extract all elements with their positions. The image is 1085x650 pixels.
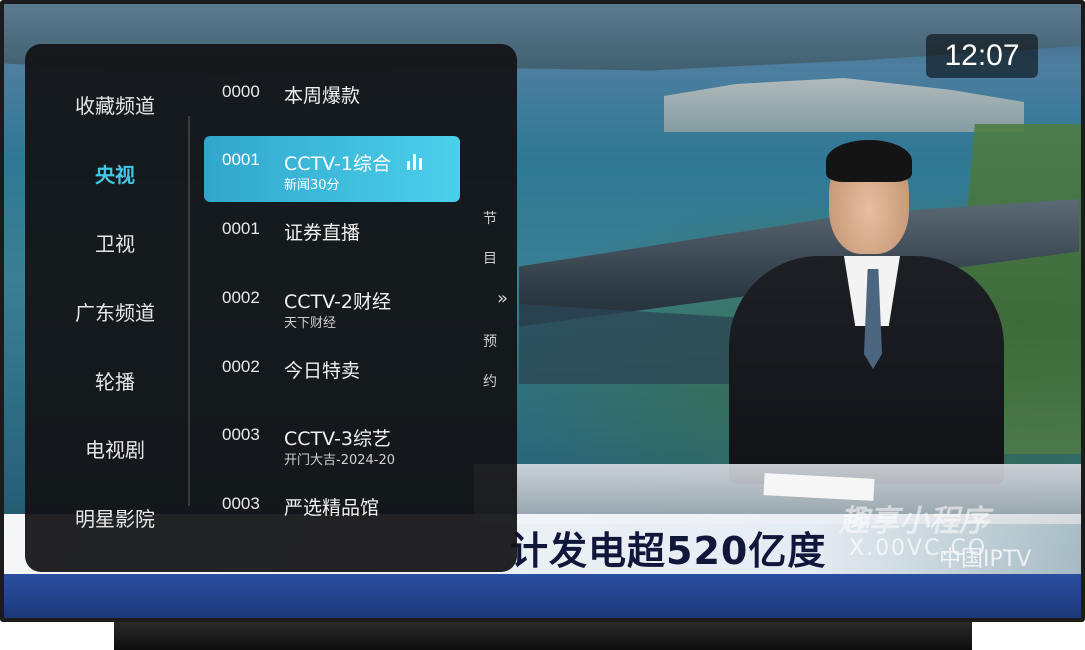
category-list: 收藏频道 央视 卫视 广东频道 轮播 电视剧 明星影院 [25, 44, 190, 572]
channel-item[interactable]: 0002 CCTV-2财经 天下财经 [204, 274, 460, 340]
channel-name: 本周爆款 [284, 85, 361, 107]
channel-item-active[interactable]: 0001 CCTV-1综合 新闻30分 [204, 136, 460, 202]
category-item-star-cinema[interactable]: 明星影院 [25, 503, 205, 532]
news-caption: 计发电超520亿度 [510, 529, 827, 573]
watermark-brand: 中国IPTV [939, 547, 1032, 572]
channel-program: 开门大吉-2024-20 [284, 453, 396, 468]
channel-number: 0003 [222, 425, 260, 444]
tv-stand [114, 622, 972, 650]
reservation-tab-char[interactable]: 预 [475, 331, 505, 351]
program-tab-char[interactable]: 节 [475, 208, 505, 228]
news-bottom-band [4, 574, 1081, 618]
category-item-tv-series[interactable]: 电视剧 [25, 434, 205, 463]
menu-divider [188, 116, 190, 506]
anchor-hair [826, 140, 912, 182]
channel-item[interactable]: 0001 证券直播 [204, 205, 460, 271]
channel-number: 0002 [222, 288, 260, 307]
channel-number: 0001 [222, 150, 260, 169]
program-tab-char[interactable]: 目 [475, 248, 505, 268]
watermark-app: 趣享小程序 [839, 504, 989, 539]
channel-name: 今日特卖 [284, 360, 361, 382]
chevron-right-icon[interactable]: » [497, 288, 508, 309]
channel-item[interactable]: 0000 本周爆款 [204, 68, 460, 134]
playing-bars-icon [407, 154, 422, 170]
category-item-guangdong[interactable]: 广东频道 [25, 297, 205, 326]
channel-name: CCTV-1综合 [284, 153, 391, 175]
clock: 12:07 [926, 34, 1038, 78]
channel-number: 0003 [222, 494, 260, 513]
channel-number: 0002 [222, 357, 260, 376]
category-item-favorites[interactable]: 收藏频道 [25, 90, 205, 119]
channel-number: 0000 [222, 82, 260, 101]
channel-name: CCTV-2财经 [284, 291, 391, 313]
channel-item[interactable]: 0002 今日特卖 [204, 343, 460, 409]
channel-program: 天下财经 [284, 316, 337, 331]
channel-menu: 收藏频道 央视 卫视 广东频道 轮播 电视剧 明星影院 0000 本周爆款 00… [25, 44, 517, 572]
category-item-carousel[interactable]: 轮播 [25, 366, 205, 395]
channel-item[interactable]: 0003 严选精品馆 [204, 480, 460, 546]
video-background-town [664, 78, 1024, 132]
category-item-cctv[interactable]: 央视 [25, 159, 205, 188]
channel-name: CCTV-3综艺 [284, 428, 391, 450]
channel-number: 0001 [222, 219, 260, 238]
channel-name: 证券直播 [284, 222, 361, 244]
reservation-tab-char[interactable]: 约 [475, 371, 505, 391]
channel-item[interactable]: 0003 CCTV-3综艺 开门大吉-2024-20 [204, 411, 460, 477]
tv-frame: 计发电超520亿度 趣享小程序 X.00VC.CO 中国IPTV 12:07 收… [0, 0, 1085, 622]
category-item-satellite[interactable]: 卫视 [25, 228, 205, 257]
channel-program: 新闻30分 [284, 178, 340, 193]
channel-name: 严选精品馆 [284, 497, 380, 519]
news-anchor [704, 140, 1024, 484]
